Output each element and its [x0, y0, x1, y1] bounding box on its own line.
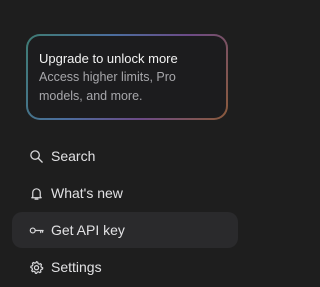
nav-item-label: Get API key	[51, 222, 125, 238]
key-icon	[28, 222, 44, 238]
upgrade-card-body: Upgrade to unlock more Access higher lim…	[28, 36, 226, 118]
sidebar: Upgrade to unlock more Access higher lim…	[0, 0, 247, 287]
upgrade-description: Access higher limits, Pro models, and mo…	[39, 70, 176, 103]
search-icon	[28, 148, 44, 164]
sidebar-nav: Search What's new Get API key Settings	[12, 138, 238, 286]
nav-item-label: Settings	[51, 259, 102, 275]
nav-item-search[interactable]: Search	[12, 138, 238, 174]
bell-icon	[28, 185, 44, 201]
nav-item-label: Search	[51, 148, 96, 164]
upgrade-card[interactable]: Upgrade to unlock more Access higher lim…	[26, 34, 228, 120]
nav-item-get-api-key[interactable]: Get API key	[12, 212, 238, 248]
nav-item-label: What's new	[51, 185, 123, 201]
nav-item-whats-new[interactable]: What's new	[12, 175, 238, 211]
upgrade-title: Upgrade to unlock more	[39, 51, 178, 66]
nav-item-settings[interactable]: Settings	[12, 249, 238, 285]
gear-icon	[28, 259, 44, 275]
